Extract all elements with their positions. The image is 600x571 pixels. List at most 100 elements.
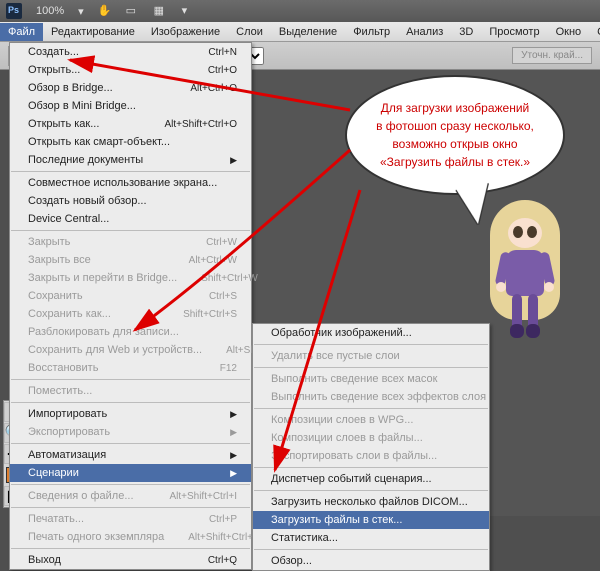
menu-item-label: Удалить все пустые слои [271,350,400,362]
scripts-menu-item: Выполнить сведение всех эффектов слоя [253,388,489,406]
menu-item-shortcut: Ctrl+S [185,291,237,302]
layout-chevron-icon[interactable]: ▾ [182,4,196,18]
file-menu-item: Закрыть Ctrl+W [10,233,251,251]
file-menu-item[interactable]: Обзор в Bridge...Alt+Ctrl+O [10,79,251,97]
file-menu-item[interactable]: Открыть...Ctrl+O [10,61,251,79]
menu-item-label: Сохранить [28,290,83,302]
scripts-menu-item[interactable]: Обзор... [253,552,489,570]
menu-item-label: Создать новый обзор... [28,195,147,207]
menu-item-label: Композиции слоев в файлы... [271,432,423,444]
menubar: Файл Редактирование Изображение Слои Выд… [0,22,600,42]
menu-item-label: Закрыть все [28,254,91,266]
photoshop-logo-icon [6,3,22,19]
file-menu-item[interactable]: Открыть как...Alt+Shift+Ctrl+O [10,115,251,133]
file-menu-item[interactable]: Автоматизация ▶ [10,446,251,464]
menu-item-label: Открыть... [28,64,80,76]
menu-item-label: Печатать... [28,513,84,525]
menu-item-label: Печать одного экземпляра [28,531,164,543]
menu-item-label: Диспетчер событий сценария... [271,473,432,485]
file-menu-item: Закрыть и перейти в Bridge...Shift+Ctrl+… [10,269,251,287]
menu-item-shortcut: F12 [196,363,237,374]
menu-item-shortcut: Alt+Shift+Ctrl+P [164,532,259,543]
scripts-menu-item[interactable]: Загрузить файлы в стек... [253,511,489,529]
menu-item-label: Разблокировать для записи... [28,326,179,338]
scripts-menu-item: Выполнить сведение всех масок [253,370,489,388]
scripts-menu-item: Удалить все пустые слои [253,347,489,365]
file-menu-item[interactable]: Создать...Ctrl+N [10,43,251,61]
menu-item-shortcut: Ctrl+P [185,514,237,525]
file-menu-item: Печать одного экземпляраAlt+Shift+Ctrl+P [10,528,251,546]
file-menu-item[interactable]: Обзор в Mini Bridge... [10,97,251,115]
menu-item-label: Статистика... [271,532,338,544]
file-menu-item[interactable]: ВыходCtrl+Q [10,551,251,569]
menu-layer[interactable]: Слои [228,23,271,41]
scripts-menu-item[interactable]: Обработчик изображений... [253,324,489,342]
menu-item-shortcut: Ctrl+Q [184,555,237,566]
view-icon[interactable]: ▭ [126,4,140,18]
file-menu-item: Сохранить для Web и устройств...Alt+Shif… [10,341,251,359]
menu-item-label: Сохранить для Web и устройств... [28,344,202,356]
menu-item-shortcut: Alt+Ctrl+O [166,83,237,94]
file-menu-item: Закрыть все Alt+Ctrl+W [10,251,251,269]
menu-item-label: Обзор... [271,555,312,567]
file-menu-item: Разблокировать для записи... [10,323,251,341]
menu-filter[interactable]: Фильтр [345,23,398,41]
submenu-arrow-icon: ▶ [230,409,237,420]
menu-item-label: Совместное использование экрана... [28,177,217,189]
menu-item-label: Открыть как... [28,118,99,130]
menu-item-label: Открыть как смарт-объект... [28,136,170,148]
file-menu-item[interactable]: Последние документы▶ [10,151,251,169]
menu-3d[interactable]: 3D [451,23,481,41]
file-menu-item[interactable]: Открыть как смарт-объект... [10,133,251,151]
file-menu-item[interactable]: Создать новый обзор... [10,192,251,210]
file-menu-item: Сохранить как...Shift+Ctrl+S [10,305,251,323]
bubble-text: Для загрузки изображений в фотошоп сразу… [376,99,534,171]
file-menu-item[interactable]: Сценарии▶ [10,464,251,482]
file-menu-item[interactable]: Совместное использование экрана... [10,174,251,192]
menu-select[interactable]: Выделение [271,23,345,41]
menu-file[interactable]: Файл [0,23,43,41]
menu-item-label: Обработчик изображений... [271,327,412,339]
menu-image[interactable]: Изображение [143,23,228,41]
menu-item-label: Закрыть и перейти в Bridge... [28,272,177,284]
menu-item-label: Сохранить как... [28,308,111,320]
scripts-menu-item: Композиции слоев в файлы... [253,429,489,447]
scripts-menu-item[interactable]: Статистика... [253,529,489,547]
submenu-arrow-icon: ▶ [230,450,237,461]
menu-item-label: Обзор в Mini Bridge... [28,100,136,112]
scripts-menu-item[interactable]: Загрузить несколько файлов DICOM... [253,493,489,511]
file-menu-item: Печатать... Ctrl+P [10,510,251,528]
menu-item-shortcut: Ctrl+N [184,47,237,58]
menu-item-shortcut: Alt+Ctrl+W [165,255,237,266]
menu-view[interactable]: Просмотр [481,23,547,41]
file-menu-item: Сохранить Ctrl+S [10,287,251,305]
menu-window[interactable]: Окно [548,23,590,41]
menu-edit[interactable]: Редактирование [43,23,143,41]
speech-bubble: Для загрузки изображений в фотошоп сразу… [345,75,565,195]
file-menu-item: Восстановить F12 [10,359,251,377]
menu-item-label: Загрузить несколько файлов DICOM... [271,496,468,508]
menu-item-label: Закрыть [28,236,70,248]
menu-item-label: Device Central... [28,213,109,225]
menu-analysis[interactable]: Анализ [398,23,451,41]
menu-item-label: Восстановить [28,362,98,374]
refine-edge-button: Уточн. край... [512,47,592,64]
submenu-arrow-icon: ▶ [230,427,237,438]
menu-item-shortcut: Ctrl+W [182,237,237,248]
scripts-submenu-dropdown: Обработчик изображений... Удалить все пус… [252,323,490,571]
menu-item-shortcut: Shift+Ctrl+W [177,273,258,284]
file-menu-item[interactable]: Device Central... [10,210,251,228]
file-menu-item[interactable]: Импортировать▶ [10,405,251,423]
app-titlebar: 100% ▾ ✋ ▭ ▦ ▾ [0,0,600,22]
file-menu-item: Экспортировать▶ [10,423,251,441]
zoom-value[interactable]: 100% [36,5,64,17]
layout-icon[interactable]: ▦ [154,4,168,18]
submenu-arrow-icon: ▶ [230,468,237,479]
hand-icon[interactable]: ✋ [98,4,112,18]
scripts-menu-item[interactable]: Диспетчер событий сценария... [253,470,489,488]
scripts-menu-item: Экспортировать слои в файлы... [253,447,489,465]
menu-item-label: Экспортировать слои в файлы... [271,450,437,462]
menu-help[interactable]: Справка [589,23,600,41]
zoom-chevron-icon[interactable]: ▾ [78,5,84,18]
menu-item-label: Автоматизация [28,449,106,461]
